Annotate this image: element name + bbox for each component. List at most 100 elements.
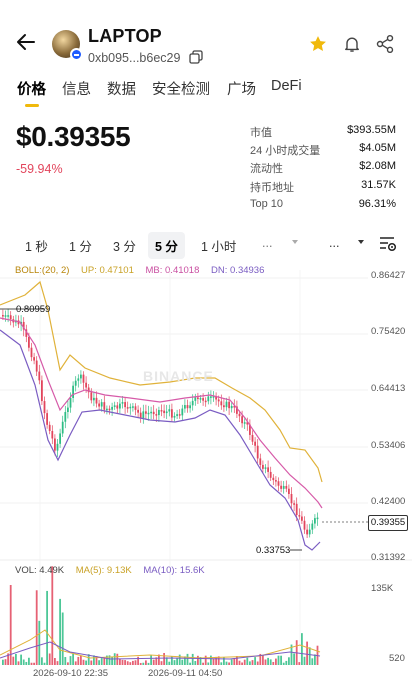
candle-body	[2, 315, 4, 317]
volume-bar	[80, 655, 82, 665]
interval-more-caret-icon[interactable]	[292, 240, 298, 244]
copy-icon[interactable]	[189, 50, 203, 64]
volume-bar	[48, 653, 51, 665]
volume-bar	[178, 654, 181, 665]
candle-body	[230, 405, 233, 409]
volume-bar	[202, 662, 204, 665]
candle-body	[280, 485, 282, 489]
volume-bar	[285, 660, 288, 665]
volume-indicator-row: VOL: 4.49K MA(5): 9.13K MA(10): 15.6K	[15, 565, 214, 576]
candle-body	[124, 402, 126, 408]
volume-bar	[301, 633, 303, 665]
candle-body	[186, 405, 189, 409]
candle-body	[158, 410, 160, 416]
volume-bars	[0, 566, 321, 665]
candle-body	[275, 480, 277, 482]
candle-body	[129, 406, 132, 409]
candle-body	[38, 371, 41, 381]
volume-bar	[254, 657, 256, 665]
candle-body	[251, 434, 254, 442]
tab-info[interactable]: 信息	[62, 78, 91, 99]
candle-body	[41, 380, 43, 402]
candle-body	[311, 523, 314, 530]
tab-data[interactable]: 数据	[107, 78, 136, 99]
token-avatar	[52, 30, 83, 61]
volume-bar	[74, 661, 77, 665]
tab-square[interactable]: 广场	[227, 78, 256, 99]
indicator-more-caret-icon[interactable]	[358, 240, 364, 244]
candle-body	[121, 402, 124, 404]
candle-body	[150, 411, 152, 414]
volume-bar	[269, 659, 272, 665]
interval-more[interactable]: ...	[262, 236, 272, 250]
candle-body	[72, 385, 74, 398]
interval-1h[interactable]: 1 小时	[201, 236, 236, 255]
candle-body	[9, 315, 12, 320]
volume-bar	[12, 656, 15, 665]
candle-body	[80, 374, 82, 379]
volume-bar	[33, 662, 35, 665]
price-chart[interactable]	[0, 270, 412, 679]
volume-bar	[126, 661, 129, 665]
candle-body	[314, 518, 316, 524]
interval-3m[interactable]: 3 分	[113, 236, 136, 255]
volume-bar	[25, 661, 28, 665]
stat-label-liquidity: 流动性	[250, 163, 283, 175]
back-arrow-icon[interactable]	[14, 30, 38, 54]
bell-icon[interactable]	[342, 34, 362, 54]
current-price-tag: 0.39355	[368, 515, 408, 531]
tab-security[interactable]: 安全检测	[152, 78, 210, 99]
candle-body	[262, 464, 264, 469]
volume-bar	[51, 566, 54, 665]
y-axis-label: 0.53406	[371, 440, 406, 451]
volume-bar	[238, 660, 241, 665]
candle-body	[298, 515, 301, 517]
volume-bar	[181, 659, 184, 665]
candle-body	[225, 401, 228, 408]
candle-body	[61, 421, 64, 434]
interval-bar: 1 秒 1 分 3 分 5 分 1 小时 ... ...	[0, 230, 412, 259]
interval-1m[interactable]: 1 分	[69, 236, 92, 255]
volume-bar	[20, 654, 22, 665]
share-icon[interactable]	[375, 34, 395, 54]
candle-body	[59, 433, 61, 444]
volume-bar	[212, 658, 215, 665]
volume-bar	[262, 655, 264, 665]
y-axis-label: 0.31392	[371, 552, 406, 563]
chart-settings-icon[interactable]	[379, 236, 397, 252]
candle-body	[30, 347, 33, 358]
volume-bar	[194, 661, 197, 665]
volume-bar	[168, 661, 171, 665]
interval-1s[interactable]: 1 秒	[25, 236, 48, 255]
volume-bar	[210, 655, 212, 665]
candle-body	[67, 407, 69, 413]
tab-defi[interactable]: DeFi	[271, 78, 302, 94]
candle-body	[85, 382, 87, 388]
candle-body	[35, 360, 38, 372]
volume-bar	[267, 657, 269, 665]
price-change: -59.94%	[16, 162, 63, 176]
time-label: 2026-09-11 04:50	[148, 668, 223, 679]
indicator-more[interactable]: ...	[329, 236, 339, 250]
y-axis-label: 0.75420	[371, 326, 406, 337]
candle-body	[116, 405, 119, 409]
volume-bar	[72, 653, 74, 665]
candle-body	[28, 336, 30, 348]
candle-body	[217, 399, 220, 402]
high-price-label: 0.80959	[16, 304, 51, 315]
volume-bar	[243, 659, 246, 665]
favorite-star-icon[interactable]	[308, 34, 328, 54]
y-axis-label: 0.42400	[371, 496, 406, 507]
volume-bar	[215, 656, 217, 665]
candle-body	[155, 414, 158, 416]
candle-body	[189, 405, 191, 409]
interval-5m[interactable]: 5 分	[148, 232, 185, 259]
vol-ma5: MA(5): 9.13K	[75, 565, 132, 576]
tab-price[interactable]: 价格	[17, 78, 46, 99]
candle-body	[178, 414, 181, 416]
volume-bar	[28, 657, 30, 665]
candle-body	[111, 406, 113, 410]
candle-body	[95, 397, 98, 404]
volume-bar	[82, 659, 85, 665]
volume-bar	[233, 658, 236, 665]
